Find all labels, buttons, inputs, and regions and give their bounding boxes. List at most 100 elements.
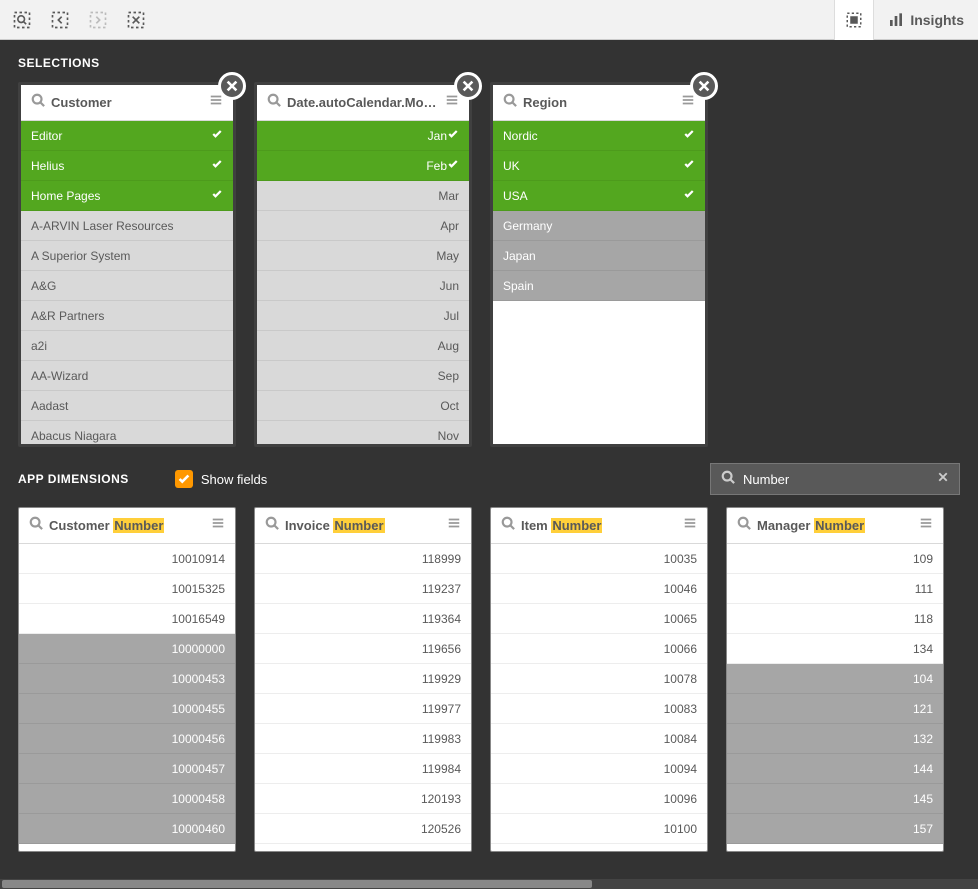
list-item[interactable]: Japan — [493, 241, 705, 271]
list-item[interactable]: 10094 — [491, 754, 707, 784]
list-item[interactable]: 10078 — [491, 664, 707, 694]
search-icon[interactable] — [31, 93, 45, 112]
list-item[interactable]: Sep — [257, 361, 469, 391]
list-item[interactable]: Feb — [257, 151, 469, 181]
list-item[interactable]: 10000456 — [19, 724, 235, 754]
search-icon[interactable] — [503, 93, 517, 112]
dimension-search-input[interactable] — [743, 472, 929, 487]
list-menu-icon[interactable] — [683, 516, 697, 535]
list-item[interactable]: A-ARVIN Laser Resources — [21, 211, 233, 241]
list-item[interactable]: May — [257, 241, 469, 271]
list-menu-icon[interactable] — [447, 516, 461, 535]
list-item[interactable]: 10100 — [491, 814, 707, 844]
list-item[interactable]: 10046 — [491, 574, 707, 604]
list-item[interactable]: 10083 — [491, 694, 707, 724]
dimension-card: Item Number10035100461006510066100781008… — [490, 507, 708, 852]
list-item[interactable]: 10096 — [491, 784, 707, 814]
list-item[interactable]: 119237 — [255, 574, 471, 604]
horizontal-scrollbar[interactable] — [0, 879, 978, 889]
list-item[interactable]: Nov — [257, 421, 469, 444]
smart-search-button[interactable] — [4, 4, 40, 36]
list-item[interactable]: Mar — [257, 181, 469, 211]
list-menu-icon[interactable] — [919, 516, 933, 535]
list-item[interactable]: 10084 — [491, 724, 707, 754]
list-item[interactable]: 10000460 — [19, 814, 235, 844]
search-icon[interactable] — [29, 516, 43, 535]
list-item[interactable]: 10000458 — [19, 784, 235, 814]
list-item[interactable]: 10000000 — [19, 634, 235, 664]
list-item[interactable]: 119364 — [255, 604, 471, 634]
search-icon[interactable] — [501, 516, 515, 535]
list-item[interactable]: 118 — [727, 604, 943, 634]
search-icon[interactable] — [265, 516, 279, 535]
list-item[interactable]: 132 — [727, 724, 943, 754]
list-item[interactable]: 144 — [727, 754, 943, 784]
list-item[interactable]: 118999 — [255, 544, 471, 574]
remove-selection-icon[interactable] — [454, 72, 482, 100]
list-item[interactable]: Editor — [21, 121, 233, 151]
list-item[interactable]: Jul — [257, 301, 469, 331]
selections-tool-button[interactable] — [834, 0, 873, 40]
search-icon[interactable] — [737, 516, 751, 535]
list-item[interactable]: 119656 — [255, 634, 471, 664]
list-menu-icon[interactable] — [211, 516, 225, 535]
list-item[interactable]: Aug — [257, 331, 469, 361]
list-item[interactable]: 119984 — [255, 754, 471, 784]
dimension-search[interactable] — [710, 463, 960, 495]
list-item[interactable]: 10000457 — [19, 754, 235, 784]
remove-selection-icon[interactable] — [690, 72, 718, 100]
list-item[interactable]: 10000455 — [19, 694, 235, 724]
list-item[interactable]: Helius — [21, 151, 233, 181]
list-item[interactable]: Spain — [493, 271, 705, 301]
list-item[interactable]: 10010914 — [19, 544, 235, 574]
list-item[interactable]: 109 — [727, 544, 943, 574]
remove-selection-icon[interactable] — [218, 72, 246, 100]
list-item[interactable]: 10000453 — [19, 664, 235, 694]
list-menu-icon[interactable] — [209, 93, 223, 112]
list-item[interactable]: Jan — [257, 121, 469, 151]
list-menu-icon[interactable] — [445, 93, 459, 112]
list-item[interactable]: A&G — [21, 271, 233, 301]
checkbox-checked-icon — [175, 470, 193, 488]
list-item[interactable]: 111 — [727, 574, 943, 604]
list-item[interactable]: Germany — [493, 211, 705, 241]
list-item[interactable]: 120193 — [255, 784, 471, 814]
list-item[interactable]: 121 — [727, 694, 943, 724]
step-back-button[interactable] — [42, 4, 78, 36]
clear-search-icon[interactable] — [937, 470, 949, 488]
check-icon — [211, 128, 223, 143]
clear-all-button[interactable] — [118, 4, 154, 36]
show-fields-toggle[interactable]: Show fields — [175, 470, 267, 488]
list-item[interactable]: 157 — [727, 814, 943, 844]
list-item[interactable]: Nordic — [493, 121, 705, 151]
list-item[interactable]: 145 — [727, 784, 943, 814]
list-item[interactable]: 10065 — [491, 604, 707, 634]
list-item[interactable]: AA-Wizard — [21, 361, 233, 391]
list-item[interactable]: 10015325 — [19, 574, 235, 604]
list-item[interactable]: 10066 — [491, 634, 707, 664]
list-item[interactable]: UK — [493, 151, 705, 181]
list-item[interactable]: 120526 — [255, 814, 471, 844]
list-menu-icon[interactable] — [681, 93, 695, 112]
list-item[interactable]: Home Pages — [21, 181, 233, 211]
list-item[interactable]: A&R Partners — [21, 301, 233, 331]
list-item[interactable]: 10035 — [491, 544, 707, 574]
list-item[interactable]: Jun — [257, 271, 469, 301]
list-item[interactable]: 119977 — [255, 694, 471, 724]
list-item[interactable]: a2i — [21, 331, 233, 361]
step-forward-button[interactable] — [80, 4, 116, 36]
list-item[interactable]: 119983 — [255, 724, 471, 754]
list-item[interactable]: Abacus Niagara — [21, 421, 233, 444]
insights-button[interactable]: Insights — [873, 0, 978, 40]
list-item[interactable]: 134 — [727, 634, 943, 664]
dimension-card: Manager Number10911111813410412113214414… — [726, 507, 944, 852]
list-item[interactable]: A Superior System — [21, 241, 233, 271]
search-icon[interactable] — [267, 93, 281, 112]
list-item[interactable]: 10016549 — [19, 604, 235, 634]
list-item[interactable]: USA — [493, 181, 705, 211]
list-item[interactable]: Apr — [257, 211, 469, 241]
list-item[interactable]: 119929 — [255, 664, 471, 694]
list-item[interactable]: 104 — [727, 664, 943, 694]
list-item[interactable]: Aadast — [21, 391, 233, 421]
list-item[interactable]: Oct — [257, 391, 469, 421]
